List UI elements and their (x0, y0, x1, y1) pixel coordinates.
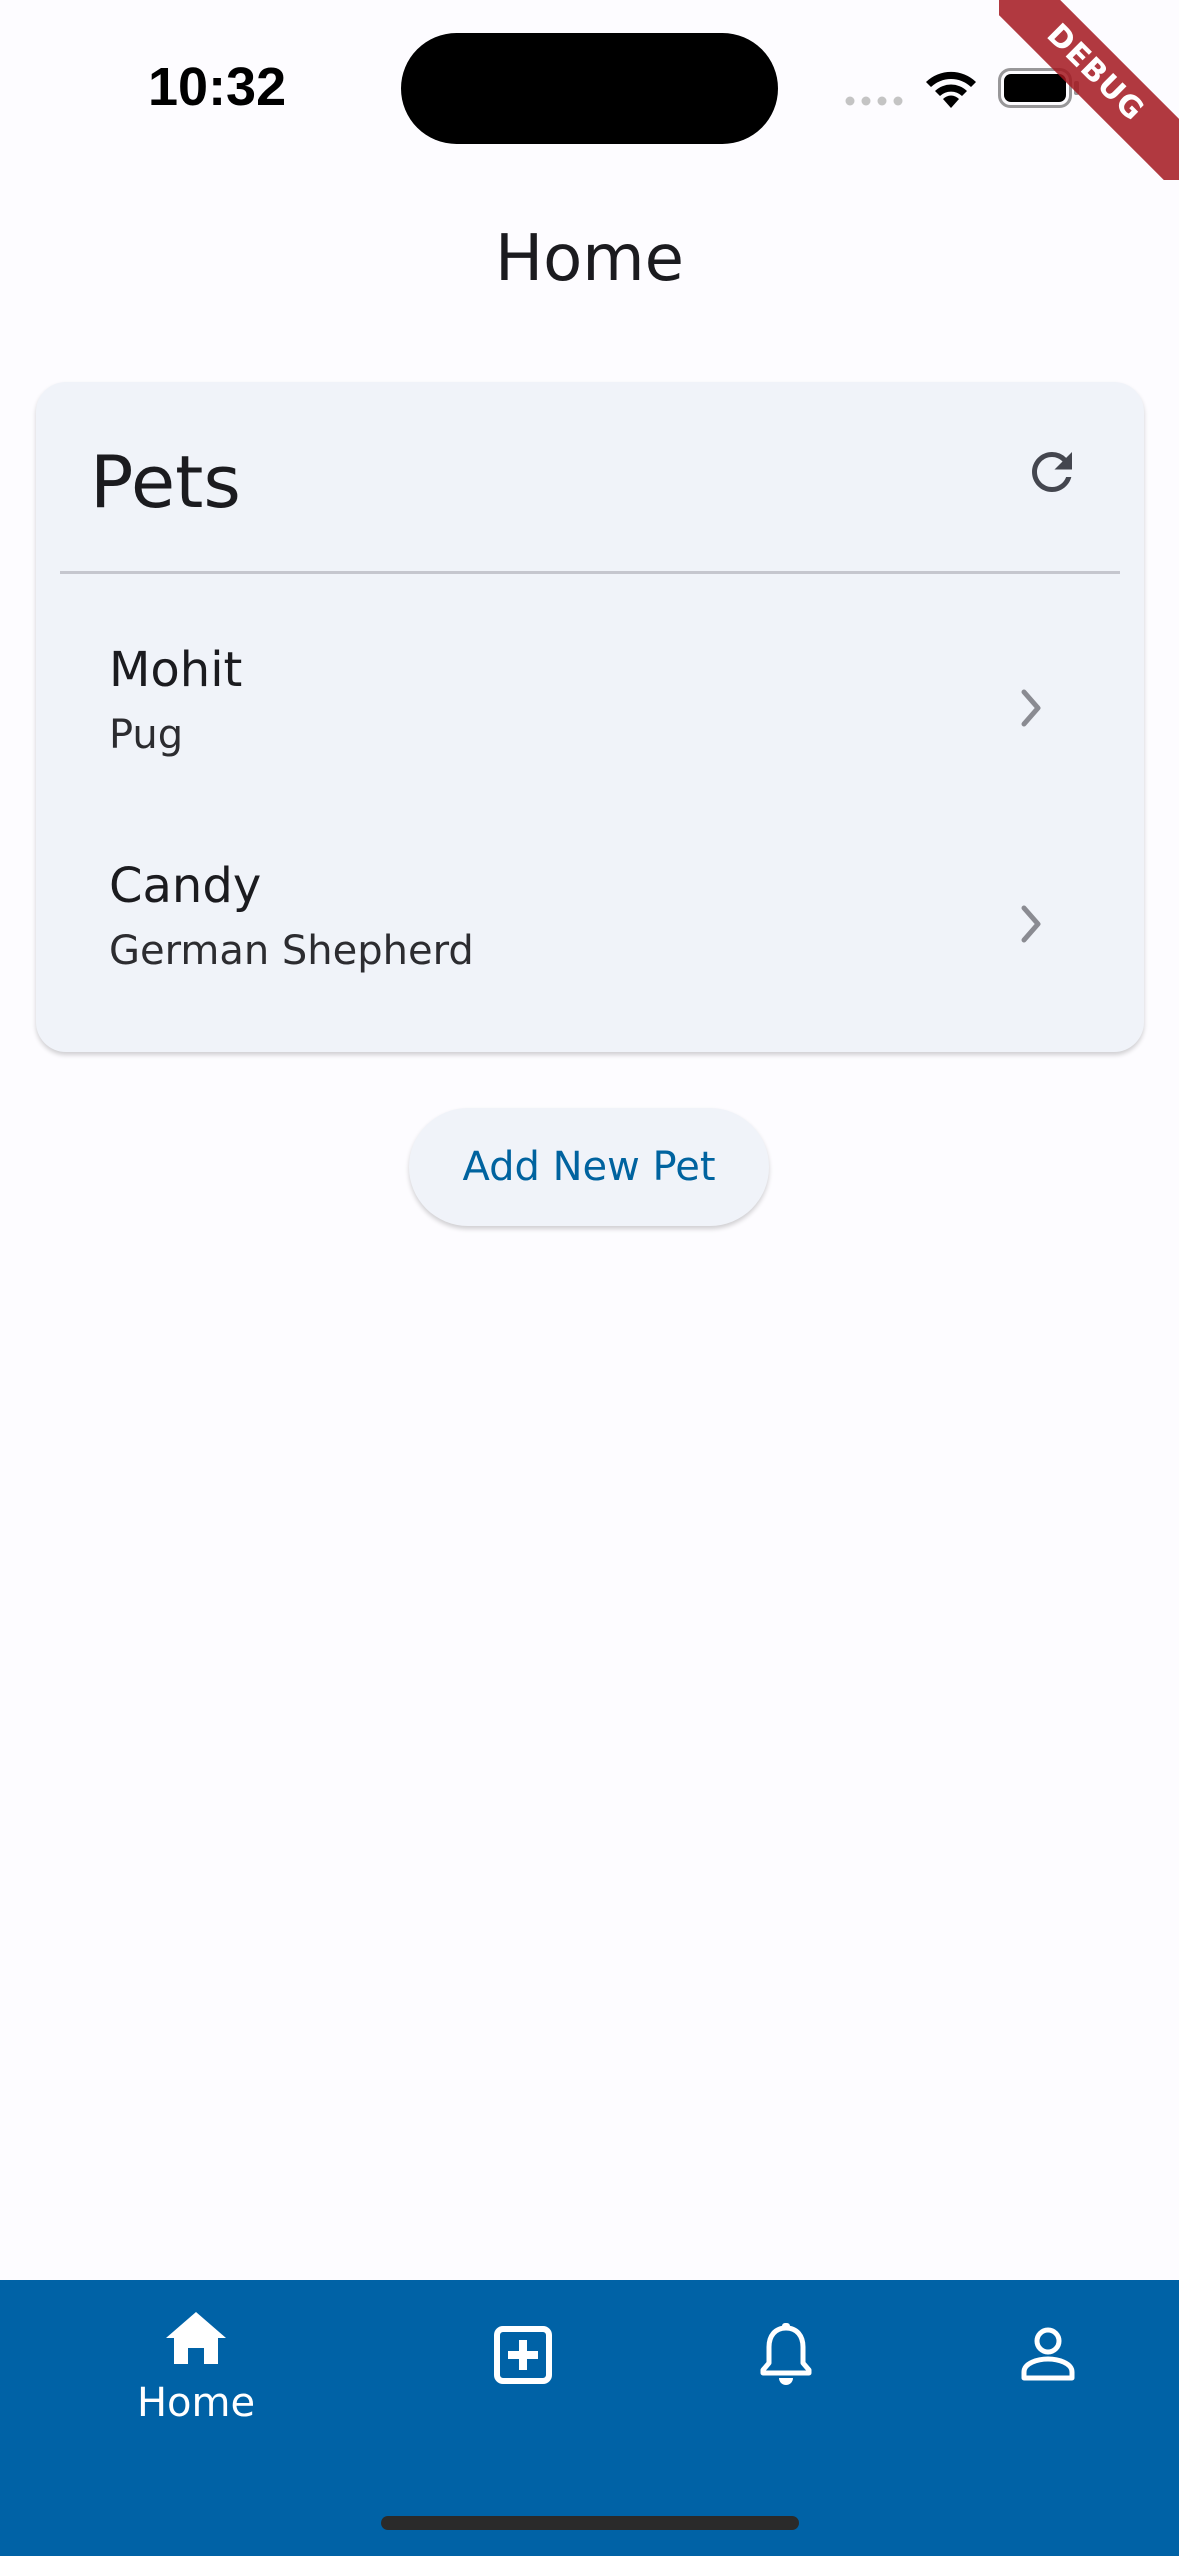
pet-name: Candy (109, 858, 262, 914)
nav-item-add[interactable] (423, 2280, 623, 2480)
page-title: Home (495, 222, 684, 296)
nav-item-notifications[interactable] (686, 2280, 886, 2480)
nav-item-profile[interactable] (948, 2280, 1148, 2480)
pet-breed: German Shepherd (109, 928, 474, 974)
pet-list-item[interactable]: Mohit Pug (36, 608, 1144, 824)
card-divider (60, 571, 1120, 574)
add-new-pet-button[interactable]: Add New Pet (409, 1108, 769, 1226)
chevron-right-icon (1021, 905, 1041, 943)
nav-label-home: Home (136, 2380, 256, 2426)
app-screen: 10:32 DEBUG Home Pets Mohit Pug Candy Ge… (0, 0, 1179, 2556)
debug-label: DEBUG (999, 0, 1179, 180)
chevron-right-icon (1021, 689, 1041, 727)
add-box-icon (494, 2326, 552, 2384)
dynamic-island (401, 33, 778, 144)
person-icon (1021, 2327, 1075, 2381)
bottom-navigation-bar: Home (0, 2280, 1179, 2556)
nav-item-home[interactable]: Home (96, 2280, 296, 2480)
debug-banner: DEBUG (999, 0, 1179, 180)
pet-list-item[interactable]: Candy German Shepherd (36, 824, 1144, 1040)
pet-name: Mohit (109, 642, 243, 698)
status-time: 10:32 (148, 57, 287, 117)
home-indicator[interactable] (381, 2516, 799, 2530)
home-icon (166, 2312, 226, 2364)
refresh-icon (1032, 452, 1072, 492)
refresh-button[interactable] (1014, 434, 1090, 510)
wifi-icon (926, 71, 976, 108)
bell-icon (760, 2323, 812, 2385)
pets-card: Pets Mohit Pug Candy German Shepherd (36, 382, 1144, 1052)
status-bar: 10:32 DEBUG (0, 0, 1179, 180)
card-title: Pets (90, 440, 241, 524)
cellular-signal-icon (845, 96, 903, 106)
pet-breed: Pug (109, 712, 184, 758)
